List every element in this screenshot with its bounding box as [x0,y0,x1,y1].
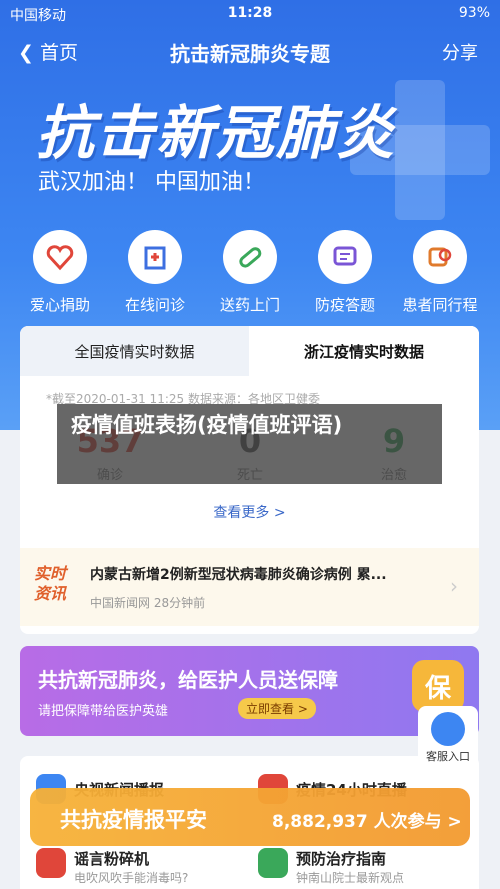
quick-item-trip[interactable]: 患者同行程 [400,230,480,315]
caption-text: 疫情值班表扬(疫情值班评语) [71,413,343,437]
float-title: 共抗疫情报平安 [60,808,207,832]
hero-title: 抗击新冠肺炎 [36,99,397,167]
news-title: 内蒙古新增2例新型冠状病毒肺炎确诊病例 累... [90,567,387,583]
customer-service-label: 客服入口 [426,750,470,763]
clinic-icon [128,230,182,284]
view-now-button[interactable]: 立即查看 > [238,698,316,719]
news-ticker[interactable]: 实时 资讯 内蒙古新增2例新型冠状病毒肺炎确诊病例 累... 中国新闻网 28分… [20,548,479,626]
nav-bar: ❮ 首页 抗击新冠肺炎专题 分享 [0,28,500,72]
clock: 11:28 [227,5,273,21]
shield-badge-icon: 保 [412,660,464,712]
status-bar: 中国移动 11:28 93% [0,0,500,26]
insurance-banner[interactable]: 共抗新冠肺炎，给医护人员送保障 请把保障带给医护英雄 立即查看 > 保 [20,646,479,736]
tab-zhejiang[interactable]: 浙江疫情实时数据 [249,326,479,376]
guide-icon [258,848,288,878]
quick-item-label: 在线问诊 [124,296,185,314]
list-item-title: 预防治疗指南 [296,850,387,868]
list-item[interactable]: 谣言粉碎机 电吹风吹手能消毒吗? [36,848,188,886]
list-item-sub: 钟南山院士最新观点 [296,871,405,885]
rumor-icon [36,848,66,878]
chevron-right-icon: › [450,574,458,598]
quick-item-label: 防疫答题 [314,296,375,314]
quiz-icon [318,230,372,284]
news-badge: 实时 资讯 [34,564,66,604]
news-badge-line: 实时 [34,564,67,583]
customer-service-button[interactable]: 客服入口 [418,706,478,768]
participant-count: 8,882,937 人次参与 > [272,812,462,832]
tab-national[interactable]: 全国疫情实时数据 [20,326,249,376]
quick-item-medicine[interactable]: 送药上门 [210,230,290,315]
quick-item-consult[interactable]: 在线问诊 [115,230,195,315]
quick-item-donate[interactable]: 爱心捐助 [20,230,100,315]
pill-icon [223,230,277,284]
page-title: 抗击新冠肺炎专题 [170,42,330,66]
share-button[interactable]: 分享 [442,39,478,65]
caption-overlay: 疫情值班表扬(疫情值班评语) [57,404,442,484]
banner-subtitle: 请把保障带给医护英雄 [38,704,169,719]
list-item-title: 谣言粉碎机 [74,850,150,868]
list-item[interactable]: 预防治疗指南 钟南山院士最新观点 [258,848,404,886]
safety-report-bar[interactable]: 共抗疫情报平安 8,882,937 人次参与 > [30,788,470,846]
search-train-icon [413,230,467,284]
quick-item-label: 爱心捐助 [29,296,90,314]
see-more-link[interactable]: 查看更多 > [20,502,479,522]
headset-icon [431,712,465,746]
list-item-sub: 电吹风吹手能消毒吗? [74,871,189,885]
quick-item-label: 送药上门 [219,296,280,314]
heart-icon [33,230,87,284]
hero-subtitle: 武汉加油！ 中国加油！ [38,170,265,195]
news-badge-line: 资讯 [34,584,67,603]
battery-level: 93% [458,5,490,21]
quick-item-quiz[interactable]: 防疫答题 [305,230,385,315]
banner-title: 共抗新冠肺炎，给医护人员送保障 [38,668,338,692]
news-source: 中国新闻网 28分钟前 [90,596,206,610]
quick-item-label: 患者同行程 [402,296,478,314]
